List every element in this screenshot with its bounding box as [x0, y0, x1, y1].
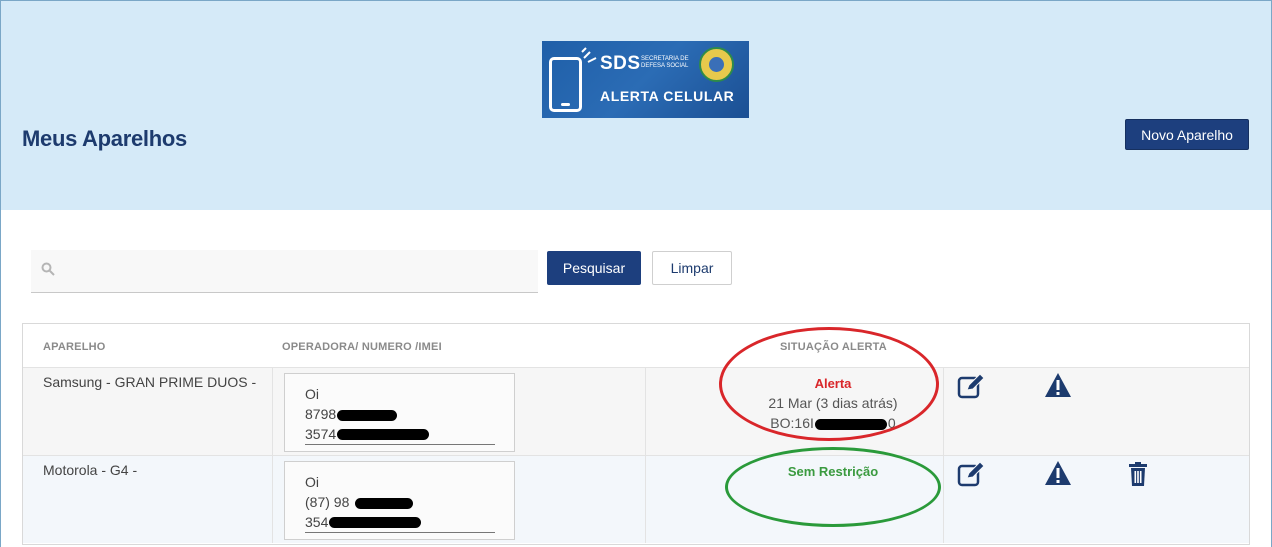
device-name: Samsung - GRAN PRIME DUOS - — [43, 374, 257, 390]
status-label: Sem Restrição — [787, 464, 879, 479]
logo-product: ALERTA CELULAR — [600, 88, 735, 104]
operator-name: Oi — [305, 386, 319, 402]
edit-icon[interactable] — [957, 372, 985, 400]
warning-icon[interactable] — [1044, 371, 1072, 399]
state-seal-icon — [699, 47, 734, 82]
logo-brand: SDS — [600, 53, 641, 74]
redaction-mark — [337, 429, 429, 440]
imei: 3574 — [305, 426, 337, 442]
phone-icon — [549, 57, 582, 112]
device-name: Motorola - G4 - — [43, 462, 138, 478]
page: SDS Secretaria de Defesa Social ALERTA C… — [0, 0, 1272, 547]
column-header-status: SITUAÇÃO ALERTA — [780, 341, 887, 353]
table-row: Samsung - GRAN PRIME DUOS - Oi 8798 3574… — [23, 367, 1249, 455]
status-date: 21 Mar (3 dias atrás) — [768, 395, 898, 411]
trash-icon[interactable] — [1124, 461, 1152, 489]
imei: 354 — [305, 514, 329, 530]
search-bar — [31, 250, 538, 293]
new-device-button[interactable]: Novo Aparelho — [1125, 119, 1249, 150]
search-button[interactable]: Pesquisar — [547, 251, 641, 285]
edit-icon[interactable] — [957, 460, 985, 488]
logo: SDS Secretaria de Defesa Social ALERTA C… — [542, 41, 749, 118]
operator-name: Oi — [305, 474, 319, 490]
table-row: Motorola - G4 - Oi (87) 98 354 Sem Restr… — [23, 455, 1249, 543]
warning-icon[interactable] — [1044, 459, 1072, 487]
page-title: Meus Aparelhos — [22, 126, 187, 151]
logo-secretaria: Secretaria de Defesa Social — [641, 56, 689, 69]
redaction-mark — [337, 410, 397, 421]
search-icon — [41, 262, 55, 276]
header: SDS Secretaria de Defesa Social ALERTA C… — [1, 1, 1271, 210]
status-bo: BO:16I 0 — [770, 415, 896, 431]
operator-info: Oi (87) 98 354 — [284, 461, 515, 540]
redaction-mark — [329, 517, 421, 528]
column-header-device: APARELHO — [43, 341, 106, 353]
redaction-mark — [355, 498, 413, 509]
phone-number: (87) 98 — [305, 494, 350, 510]
column-header-operator: OPERADORA/ NUMERO /IMEI — [282, 341, 442, 353]
phone-number: 8798 — [305, 406, 337, 422]
operator-info: Oi 8798 3574 — [284, 373, 515, 452]
devices-table: APARELHO OPERADORA/ NUMERO /IMEI SITUAÇÃ… — [22, 323, 1250, 545]
clear-button[interactable]: Limpar — [652, 251, 732, 285]
status-label: Alerta — [814, 376, 852, 391]
signal-rays-icon — [581, 47, 597, 63]
status-alert: Alerta 21 Mar (3 dias atrás) BO:16I 0 — [723, 376, 943, 431]
status-alert: Sem Restrição — [723, 464, 943, 479]
search-input[interactable] — [63, 258, 523, 284]
